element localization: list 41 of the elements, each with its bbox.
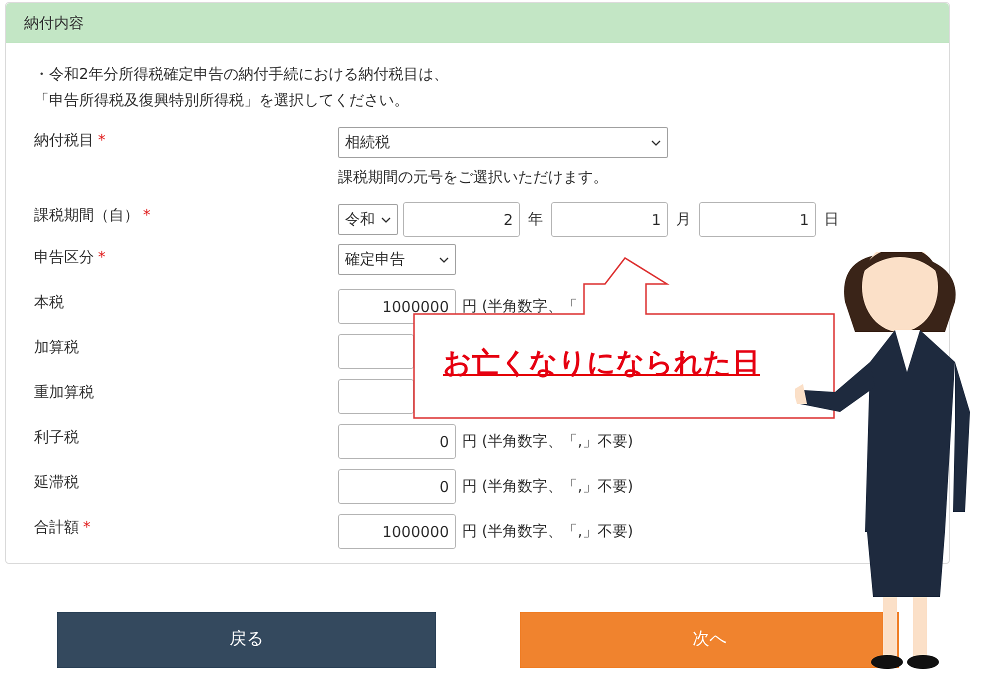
field-label: 課税期間（自） — [34, 206, 139, 224]
unit-note: 円 (半角数字、「 — [462, 296, 578, 318]
amount-field[interactable] — [338, 379, 414, 414]
number-field[interactable]: 1 — [699, 202, 816, 237]
number-field[interactable]: 1 — [551, 202, 668, 237]
hint-text: 課税期間の元号をご選択いただけます。 — [338, 167, 609, 188]
field-label: 申告区分 — [34, 248, 94, 266]
callout-text: お亡くなりになられた日 — [443, 345, 760, 381]
field-label: 延滞税 — [34, 473, 79, 491]
panel-title: 納付内容 — [6, 3, 949, 43]
field-label: 重加算税 — [34, 383, 94, 401]
amount-field[interactable]: 0 — [338, 424, 456, 459]
unit-label: 日 — [824, 209, 839, 230]
unit-note: 円 (半角数字、「,」不要) — [462, 521, 634, 542]
unit-note: 円 (半角数字、「,」不要) — [462, 431, 634, 452]
field-label: 合計額 — [34, 518, 79, 536]
unit-label: 月 — [676, 209, 691, 230]
unit-label: 年 — [528, 209, 543, 230]
field-label: 加算税 — [34, 338, 79, 356]
notice-text: ・令和2年分所得税確定申告の納付手続における納付税目は、 — [34, 64, 450, 85]
caret-icon — [439, 256, 449, 262]
field-label: 利子税 — [34, 428, 79, 446]
amount-field[interactable] — [338, 334, 414, 369]
required-mark: * — [98, 131, 106, 149]
amount-field[interactable]: 0 — [338, 469, 456, 504]
required-mark: * — [83, 518, 90, 536]
notice-text: 「申告所得税及復興特別所得税」を選択してください。 — [34, 90, 410, 111]
select-field[interactable]: 令和 — [338, 204, 398, 235]
amount-field[interactable]: 1000000 — [338, 514, 456, 549]
select-field[interactable]: 確定申告 — [338, 244, 456, 275]
back-button[interactable]: 戻る — [57, 612, 436, 668]
amount-field[interactable]: 1000000 — [338, 289, 456, 324]
field-label: 納付税目 — [34, 131, 94, 149]
number-field[interactable]: 2 — [403, 202, 520, 237]
required-mark: * — [143, 206, 150, 224]
field-label: 本税 — [34, 293, 64, 311]
caret-icon — [381, 216, 391, 222]
caret-icon — [651, 140, 661, 146]
select-field[interactable]: 相続税 — [338, 127, 668, 158]
unit-note: 円 (半角数字、「,」不要) — [462, 476, 634, 498]
required-mark: * — [98, 248, 106, 266]
